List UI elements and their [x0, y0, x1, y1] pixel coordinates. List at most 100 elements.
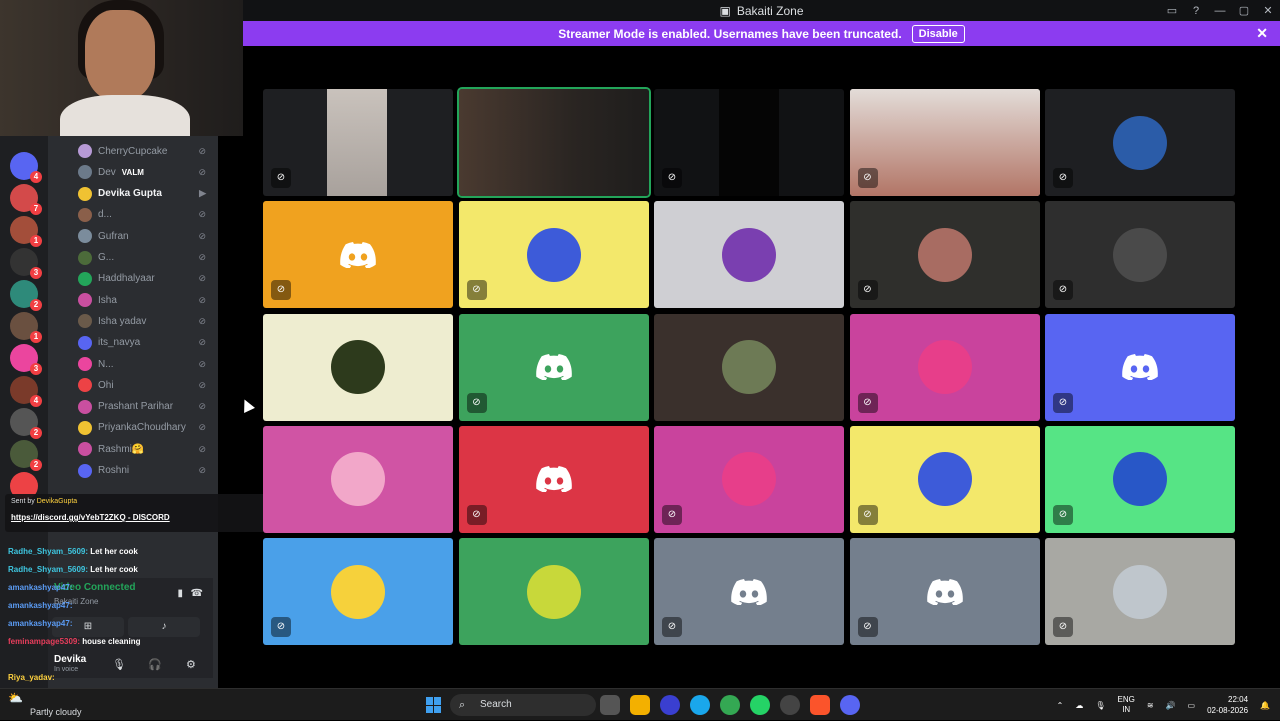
voice-member[interactable]: CherryCupcake ⊘ [78, 142, 218, 160]
server-icon[interactable]: 7 [10, 184, 42, 215]
participant-tile[interactable] [263, 425, 453, 533]
voice-member[interactable]: Dev VALM ⊘ [78, 163, 218, 181]
wifi-icon[interactable]: ≋ [1147, 701, 1154, 710]
volume-icon[interactable]: 🔊 [1166, 701, 1176, 710]
brave-icon[interactable] [810, 695, 830, 715]
maximize-button[interactable]: ▢ [1232, 4, 1256, 17]
voice-member[interactable]: Devika Gupta ▶ [78, 185, 218, 203]
avatar [78, 399, 92, 414]
participant-tile[interactable]: ⊘ [849, 313, 1040, 421]
chevron-up-icon[interactable]: ⌃ [1057, 701, 1064, 710]
participant-tile[interactable]: ⊘ [654, 538, 844, 646]
file-explorer-icon[interactable] [630, 695, 650, 715]
voice-member[interactable]: G... ⊘ [78, 249, 218, 267]
participant-tile[interactable]: ⊘ [849, 89, 1040, 196]
participant-tile[interactable]: ⊘ [849, 538, 1040, 646]
server-icon[interactable]: 1 [10, 312, 42, 343]
mic-tray-icon[interactable]: 🎙 [1095, 701, 1105, 710]
soundboard-button[interactable]: ♪ [128, 617, 200, 637]
help-icon[interactable]: ? [1184, 5, 1208, 17]
start-button[interactable] [426, 697, 442, 713]
cloud-icon[interactable]: ☁ [1075, 701, 1083, 710]
participant-tile[interactable]: ⊘ [263, 89, 453, 196]
chat-line: feminampage5309: house cleaning [8, 637, 141, 646]
chrome-icon[interactable] [720, 695, 740, 715]
close-window-button[interactable]: ✕ [1256, 4, 1280, 17]
participant-tile[interactable]: ⊘ [458, 313, 649, 421]
participant-tile[interactable] [654, 201, 844, 309]
member-name: N... [98, 358, 114, 370]
inbox-icon[interactable]: ▭ [1160, 4, 1184, 17]
participant-tile[interactable]: ⊘ [458, 201, 649, 309]
participant-tile[interactable]: ⊘ [654, 89, 844, 196]
chat-username: amankashyap47: [8, 601, 73, 610]
participant-tile[interactable]: ⊘ [263, 201, 453, 309]
headphones-icon[interactable]: 🎧 [148, 658, 162, 671]
participant-tile[interactable]: ⊘ [849, 425, 1040, 533]
server-icon[interactable]: 2 [10, 408, 42, 439]
disconnect-icon[interactable]: ☎ [191, 588, 203, 599]
participant-tile[interactable] [458, 538, 649, 646]
whatsapp-icon[interactable] [750, 695, 770, 715]
participant-tile[interactable]: ⊘ [849, 201, 1040, 309]
microphone-icon[interactable]: 🎙 [112, 658, 126, 671]
voice-member[interactable]: Roshni ⊘ [78, 462, 218, 480]
voice-member[interactable]: its_navya ⊘ [78, 334, 218, 352]
settings-gear-icon[interactable]: ⚙ [186, 658, 196, 671]
muted-mic-icon: ⊘ [466, 504, 487, 525]
server-icon[interactable]: 4 [10, 152, 42, 183]
member-name: CherryCupcake [98, 145, 168, 157]
participant-tile[interactable]: ⊘ [263, 538, 453, 646]
taskbar-search[interactable]: ⌕ Search [450, 694, 596, 716]
camera-feed [849, 89, 1040, 196]
chat-text: Let her cook [88, 565, 138, 574]
close-banner-icon[interactable]: ✕ [1256, 25, 1268, 42]
invite-link[interactable]: https://discord.gg/vYebT2ZKQ - DISCORD [11, 513, 170, 522]
minimize-button[interactable]: — [1208, 5, 1232, 17]
discord-taskbar-icon[interactable] [840, 695, 860, 715]
app-icon[interactable] [780, 695, 800, 715]
participant-tile[interactable]: ⊘ [458, 425, 649, 533]
participant-tile[interactable]: ⊘ [1045, 313, 1235, 421]
task-view-icon[interactable] [600, 695, 620, 715]
server-icon[interactable]: 3 [10, 344, 42, 375]
voice-member[interactable]: Ohi ⊘ [78, 376, 218, 394]
voice-member[interactable]: Isha ⊘ [78, 291, 218, 309]
member-name: Isha yadav [98, 315, 147, 327]
voice-member[interactable]: d... ⊘ [78, 206, 218, 224]
participant-tile[interactable]: ⊘ [1045, 89, 1235, 196]
muted-mic-icon: ⊘ [198, 422, 206, 433]
chat-line: amankashyap47: [8, 601, 72, 610]
participant-tile[interactable]: ⊘ [1045, 201, 1235, 309]
participant-tile[interactable] [263, 313, 453, 421]
voice-member[interactable]: Haddhalyaar ⊘ [78, 270, 218, 288]
server-icon[interactable]: 3 [10, 248, 42, 279]
clock[interactable]: 22:04 02-08-2026 [1207, 694, 1248, 716]
signal-icon[interactable]: ▮ [177, 588, 183, 599]
disable-streamer-mode-button[interactable]: Disable [911, 24, 965, 43]
participant-tile[interactable] [456, 87, 651, 198]
voice-member[interactable]: Rashmi🤗 ⊘ [78, 440, 218, 458]
server-icon[interactable]: 4 [10, 376, 42, 407]
participant-tile[interactable]: ⊘ [1045, 538, 1235, 646]
server-icon[interactable]: 1 [10, 216, 42, 247]
participant-tile[interactable]: ⊘ [1045, 425, 1235, 533]
voice-member[interactable]: Gufran ⊘ [78, 227, 218, 245]
voice-member[interactable]: Prashant Parihar ⊘ [78, 398, 218, 416]
voice-member[interactable]: N... ⊘ [78, 355, 218, 373]
avatar [78, 144, 92, 158]
language-indicator[interactable]: ENG IN [1118, 695, 1135, 715]
edge-icon[interactable] [690, 695, 710, 715]
server-icon[interactable]: 2 [10, 280, 42, 311]
participant-avatar [331, 340, 385, 395]
participant-tile[interactable]: ⊘ [654, 425, 844, 533]
member-name: Isha [98, 294, 117, 306]
server-icon[interactable]: 2 [10, 440, 42, 471]
notification-icon[interactable]: 🔔 [1260, 701, 1270, 710]
participant-tile[interactable] [654, 313, 844, 421]
battery-icon[interactable]: ▭ [1188, 701, 1196, 710]
voice-member[interactable]: PriyankaChoudhary ⊘ [78, 419, 218, 437]
voice-member[interactable]: Isha yadav ⊘ [78, 312, 218, 330]
obs-icon[interactable] [660, 695, 680, 715]
weather-widget[interactable]: ⛅ Partly cloudy [8, 691, 82, 717]
